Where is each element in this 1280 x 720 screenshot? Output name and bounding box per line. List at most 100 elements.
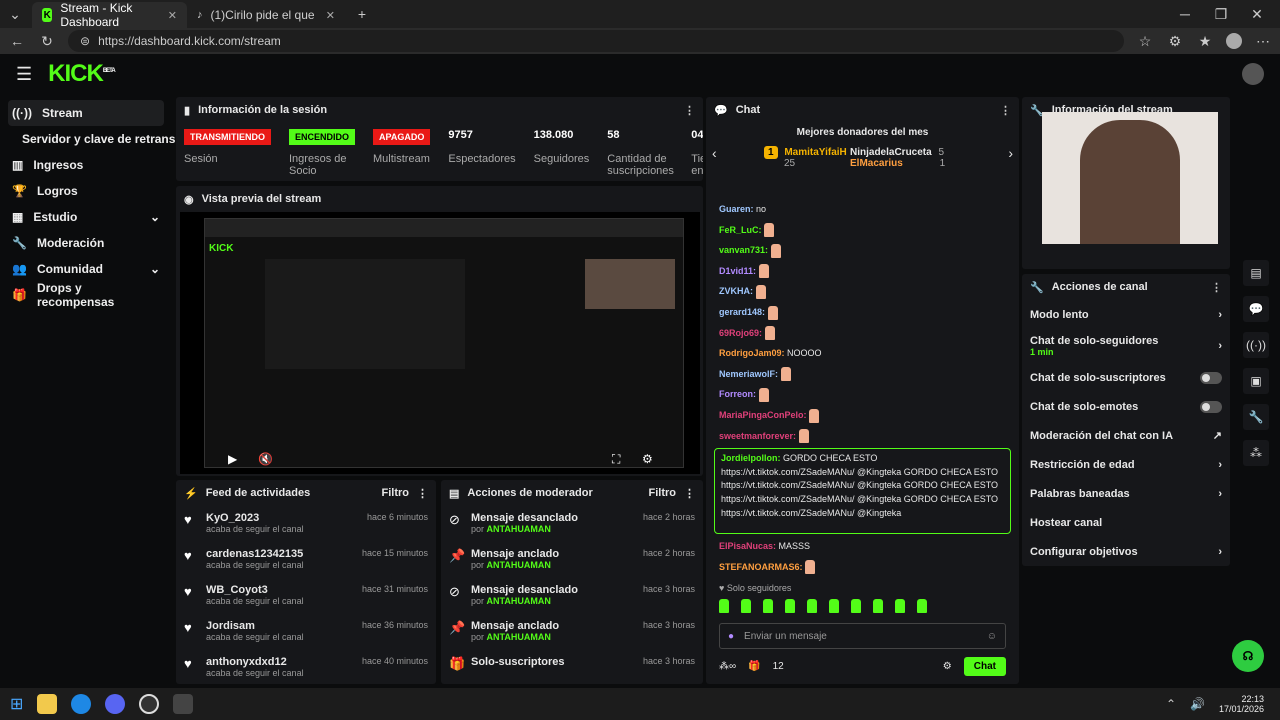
follower-name[interactable]: KyO_2023 — [206, 512, 304, 524]
donor-name[interactable]: MamitaYifaiH — [784, 147, 846, 158]
age-restriction-row[interactable]: Restricción de edad › — [1022, 450, 1230, 479]
favorite-icon[interactable]: ☆ — [1136, 33, 1154, 50]
close-window-icon[interactable]: ✕ — [1248, 6, 1266, 23]
tab-kick-dashboard[interactable]: K Stream - Kick Dashboard ✕ — [32, 1, 187, 29]
more-options-icon[interactable]: ⋮ — [684, 487, 695, 500]
settings-icon[interactable]: ⚙ — [642, 452, 653, 466]
slow-mode-row[interactable]: Modo lento › — [1022, 300, 1230, 329]
chat-input[interactable]: ● Enviar un mensaje ☺ — [719, 623, 1006, 650]
more-options-icon[interactable]: ⋮ — [684, 104, 695, 117]
send-chat-button[interactable]: Chat — [963, 657, 1006, 677]
tab-tiktok[interactable]: ♪ (1)Cirilo pide el que estado le rega ✕ — [187, 2, 345, 28]
filter-button[interactable]: Filtro — [382, 487, 410, 499]
host-channel-row[interactable]: Hostear canal — [1022, 508, 1230, 537]
volume-icon[interactable]: 🔊 — [1190, 697, 1205, 711]
tray-chevron-icon[interactable]: ⌃ — [1166, 697, 1176, 711]
emote-icon[interactable] — [917, 599, 927, 614]
chat-user[interactable]: STEFANOARMAS6: — [719, 562, 803, 572]
emote-icon[interactable] — [851, 599, 861, 614]
new-tab-icon[interactable]: + — [353, 6, 371, 22]
chat-user[interactable]: MariaPingaConPelo: — [719, 410, 807, 420]
file-explorer-icon[interactable] — [37, 694, 58, 714]
support-button[interactable]: ☊ — [1232, 640, 1264, 672]
refresh-icon[interactable]: ↻ — [38, 33, 56, 50]
back-icon[interactable]: ← — [8, 33, 26, 49]
chat-user[interactable]: 69Rojo69: — [719, 328, 762, 338]
minimize-icon[interactable]: ─ — [1176, 6, 1194, 22]
sidebar-item-server-key[interactable]: Servidor y clave de retransm — [8, 126, 186, 152]
follower-name[interactable]: anthonyxdxd12 — [206, 656, 304, 668]
maximize-icon[interactable]: ❐ — [1212, 6, 1230, 23]
emote-icon[interactable] — [807, 599, 817, 614]
emote-icon[interactable] — [763, 599, 773, 614]
notes-icon[interactable]: ▤ — [1243, 260, 1269, 286]
settings-icon[interactable]: ⚙ — [943, 661, 952, 672]
play-icon[interactable]: ▶ — [228, 452, 237, 466]
mic-icon[interactable]: ● — [728, 631, 734, 642]
more-options-icon[interactable]: ⋮ — [1000, 104, 1011, 117]
fullscreen-icon[interactable]: ⛶ — [612, 452, 620, 467]
chevron-left-icon[interactable]: ‹ — [712, 145, 717, 161]
chat-user[interactable]: sweetmanforever: — [719, 431, 796, 441]
obs-icon[interactable] — [139, 694, 160, 714]
chat-user[interactable]: FeR_LuC: — [719, 225, 762, 235]
sidebar-item-comunidad[interactable]: 👥 Comunidad ⌄ — [8, 256, 164, 282]
stream-preview-video[interactable]: KICK ▶ 🔇 ⛶ ⚙ — [180, 212, 700, 474]
user-avatar[interactable] — [1242, 63, 1264, 85]
emoji-icon[interactable]: ☺ — [987, 631, 997, 642]
sidebar-item-ingresos[interactable]: ▥ Ingresos — [8, 152, 164, 178]
subs-only-toggle[interactable] — [1200, 371, 1222, 384]
ai-moderation-row[interactable]: Moderación del chat con IA ↗ — [1022, 421, 1230, 450]
windows-start-icon[interactable]: ⊞ — [10, 694, 23, 714]
chat-user[interactable]: Jordielpollon: — [721, 453, 781, 463]
emote-icon[interactable] — [719, 599, 729, 614]
banned-words-row[interactable]: Palabras baneadas › — [1022, 479, 1230, 508]
close-tab-icon[interactable]: ✕ — [326, 9, 335, 22]
emote-icon[interactable] — [785, 599, 795, 614]
sidebar-item-estudio[interactable]: ▦ Estudio ⌄ — [8, 204, 164, 230]
emote-icon[interactable] — [873, 599, 883, 614]
chat-user[interactable]: D1vid11: — [719, 266, 756, 276]
community-icon[interactable]: ⁂ — [1243, 440, 1269, 466]
extensions-icon[interactable]: ⚙ — [1166, 33, 1184, 50]
followers-only-row[interactable]: Chat de solo-seguidores 1 min › — [1022, 329, 1230, 363]
chat-user[interactable]: vanvan731: — [719, 245, 768, 255]
close-tab-icon[interactable]: ✕ — [168, 9, 177, 22]
emote-icon[interactable] — [895, 599, 905, 614]
sidebar-item-drops[interactable]: 🎁 Drops y recompensas — [8, 281, 164, 309]
mod-user[interactable]: ANTAHUAMAN — [487, 632, 551, 642]
calculator-icon[interactable] — [173, 694, 194, 714]
filter-button[interactable]: Filtro — [649, 487, 677, 499]
chat-user[interactable]: ZVKHA: — [719, 286, 753, 296]
broadcast-icon[interactable]: ((·)) — [1243, 332, 1269, 358]
chevron-right-icon[interactable]: › — [1008, 145, 1013, 161]
mod-user[interactable]: ANTAHUAMAN — [487, 524, 551, 534]
more-options-icon[interactable]: ⋮ — [417, 487, 428, 500]
more-options-icon[interactable]: ⋮ — [1211, 281, 1222, 294]
clock[interactable]: 22:13 17/01/2026 — [1219, 694, 1264, 714]
mod-user[interactable]: ANTAHUAMAN — [487, 560, 551, 570]
collections-icon[interactable]: ★ — [1196, 33, 1214, 50]
more-icon[interactable]: ⋯ — [1254, 33, 1272, 50]
discord-icon[interactable] — [105, 694, 126, 714]
goals-row[interactable]: Configurar objetivos › — [1022, 537, 1230, 566]
mute-icon[interactable]: 🔇 — [258, 452, 273, 466]
chat-user[interactable]: gerard148: — [719, 307, 765, 317]
community-icon[interactable]: ⁂∞ — [719, 661, 736, 672]
sidebar-item-moderacion[interactable]: 🔧 Moderación — [8, 230, 164, 256]
chat-user[interactable]: Forreon: — [719, 389, 756, 399]
chat-user[interactable]: NemeriawolF: — [719, 369, 778, 379]
emote-icon[interactable] — [741, 599, 751, 614]
hamburger-menu-icon[interactable]: ☰ — [16, 64, 32, 85]
gift-icon[interactable]: 🎁 — [748, 661, 760, 672]
kick-logo[interactable]: KICKBETA — [48, 60, 116, 88]
emotes-only-toggle[interactable] — [1200, 400, 1222, 413]
follower-name[interactable]: WB_Coyot3 — [206, 584, 304, 596]
donor-name[interactable]: ElMacarius — [850, 158, 903, 169]
layout-icon[interactable]: ▣ — [1243, 368, 1269, 394]
follower-name[interactable]: Jordisam — [206, 620, 304, 632]
emote-icon[interactable] — [829, 599, 839, 614]
mod-user[interactable]: ANTAHUAMAN — [487, 596, 551, 606]
edge-icon[interactable] — [71, 694, 92, 714]
donor-name[interactable]: NinjadelaCruceta — [850, 147, 932, 158]
